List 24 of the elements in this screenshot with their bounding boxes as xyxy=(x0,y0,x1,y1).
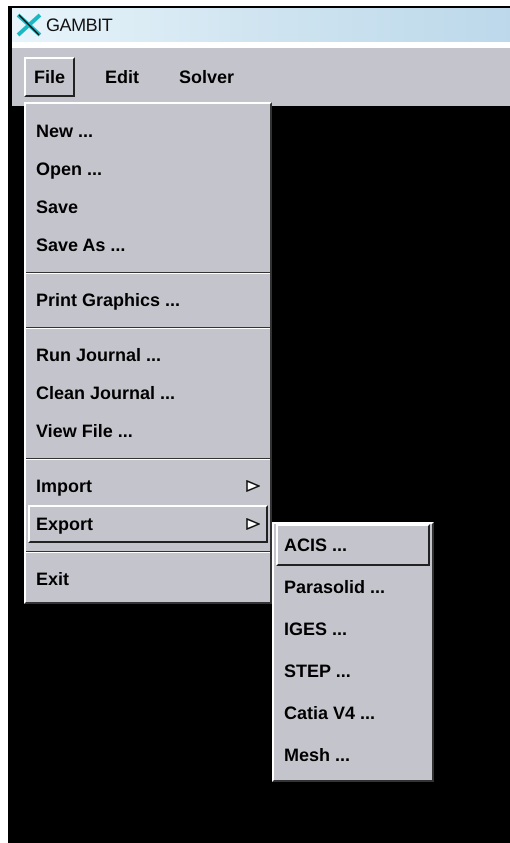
menu-item[interactable]: Run Journal ... xyxy=(28,336,268,374)
menu-item[interactable]: Save As ... xyxy=(28,226,268,264)
menu-bar-item[interactable]: File xyxy=(24,57,76,97)
menu-item[interactable]: Parasolid ... xyxy=(276,566,430,608)
cascade-menu-item[interactable]: Export xyxy=(28,505,268,543)
menu-item[interactable]: Clean Journal ... xyxy=(28,374,268,412)
window-title: GAMBIT xyxy=(46,14,112,36)
menu-item[interactable]: New ... xyxy=(28,112,268,150)
menu-item[interactable]: Print Graphics ... xyxy=(28,281,268,319)
menu-bar-item[interactable]: Solver xyxy=(169,57,244,97)
x-logo-icon xyxy=(16,12,42,38)
menu-item[interactable]: View File ... xyxy=(28,412,268,450)
submenu-arrow-icon xyxy=(246,480,260,492)
menu-item[interactable]: Save xyxy=(28,188,268,226)
menu-bar-item[interactable]: Edit xyxy=(95,57,150,97)
menu-item[interactable]: Exit xyxy=(28,560,268,598)
menu-item[interactable]: Open ... xyxy=(28,150,268,188)
menu-item[interactable]: IGES ... xyxy=(276,608,430,650)
menu-item[interactable]: ACIS ... xyxy=(276,524,430,566)
submenu-arrow-icon xyxy=(246,518,260,530)
menu-item[interactable]: Catia V4 ... xyxy=(276,692,430,734)
cascade-menu-item[interactable]: Import xyxy=(28,467,268,505)
menu-item[interactable]: STEP ... xyxy=(276,650,430,692)
menu-item[interactable]: Mesh ... xyxy=(276,734,430,776)
